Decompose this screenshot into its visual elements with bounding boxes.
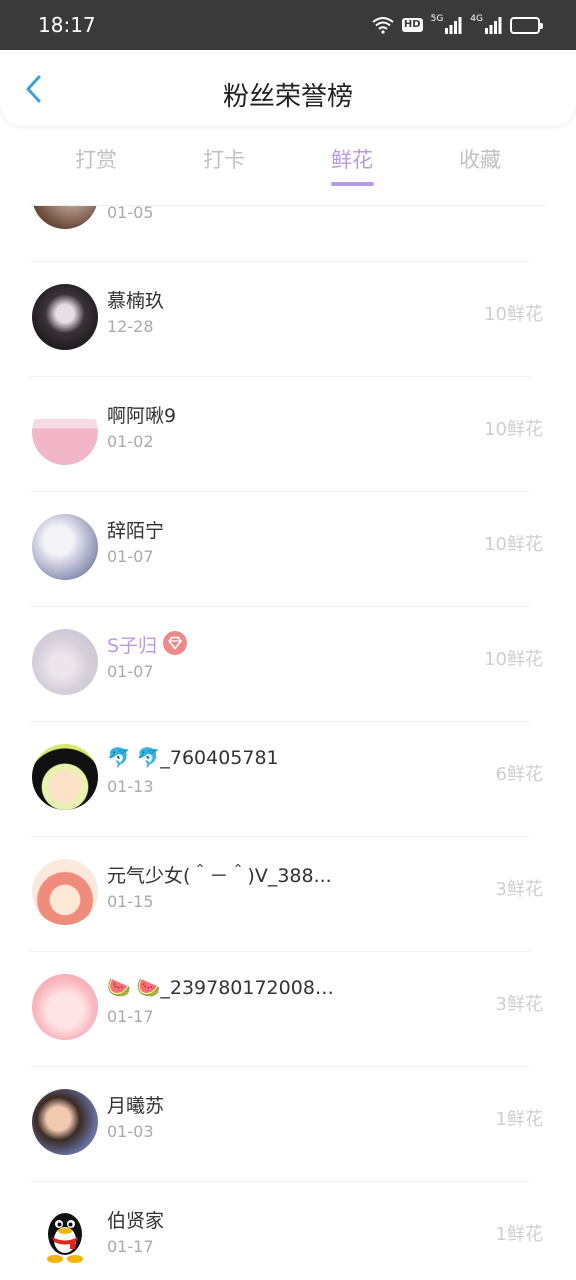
fan-name: S子归	[107, 635, 158, 657]
avatar	[32, 284, 98, 350]
fan-date: 12-28	[107, 317, 154, 336]
hd-icon: HD	[401, 14, 423, 36]
avatar	[32, 859, 98, 925]
battery-icon	[510, 14, 543, 36]
fan-name: 慕楠玖	[107, 290, 165, 312]
tab-bar: 打赏 打卡 鲜花 收藏	[0, 138, 576, 192]
wifi-icon	[372, 14, 394, 36]
flower-count: 10鲜花	[484, 649, 543, 670]
fan-name: 啊阿啾9	[107, 405, 177, 427]
fan-date: 01-13	[107, 777, 154, 796]
tab-tips[interactable]: 打赏	[46, 144, 146, 174]
fan-name: 元气少女(＾－＾)V_388...	[107, 865, 332, 887]
list-item[interactable]: S子归 01-07 10鲜花	[0, 607, 576, 722]
tab-active-indicator	[331, 182, 374, 186]
avatar	[32, 399, 98, 465]
flower-count: 3鲜花	[495, 994, 543, 1015]
net-label-5g: 5G	[430, 14, 444, 24]
avatar	[32, 206, 98, 229]
tab-checkin[interactable]: 打卡	[174, 144, 274, 174]
fan-name: 🍉 🍉_23978017200864	[107, 977, 337, 999]
vip-diamond-icon	[163, 631, 187, 655]
fan-date: 01-17	[107, 1237, 154, 1256]
fan-date: 01-05	[107, 206, 154, 222]
qq-penguin-icon	[32, 1204, 98, 1270]
avatar	[32, 744, 98, 810]
list-item[interactable]: 辞陌宁 01-07 10鲜花	[0, 492, 576, 607]
avatar	[32, 974, 98, 1040]
tab-favorites[interactable]: 收藏	[430, 144, 530, 174]
flower-count: 10鲜花	[484, 534, 543, 555]
fan-name: 🐬 🐬_760405781	[107, 747, 279, 769]
avatar	[32, 1089, 98, 1155]
fan-list[interactable]: 01-05 慕楠玖 12-28 10鲜花 啊阿啾9 01-02 10鲜花 辞陌宁…	[0, 206, 576, 1280]
fan-date: 01-02	[107, 432, 154, 451]
list-item[interactable]: 元气少女(＾－＾)V_388... 01-15 3鲜花	[0, 837, 576, 952]
fan-name: 辞陌宁	[107, 520, 165, 542]
hd-label: HD	[401, 18, 423, 32]
flower-count: 1鲜花	[495, 1109, 543, 1130]
status-icons: HD 5G 4G	[372, 14, 543, 36]
list-item[interactable]: 🐬 🐬_760405781 01-13 6鲜花	[0, 722, 576, 837]
net-label-4g: 4G	[470, 14, 483, 24]
list-item[interactable]: 🍉 🍉_23978017200864 01-17 3鲜花	[0, 952, 576, 1067]
list-item[interactable]: 啊阿啾9 01-02 10鲜花	[0, 377, 576, 492]
avatar	[32, 514, 98, 580]
list-item[interactable]: 月曦苏 01-03 1鲜花	[0, 1067, 576, 1182]
fan-date: 01-03	[107, 1122, 154, 1141]
status-bar: 18:17 HD 5G 4G	[0, 0, 576, 50]
list-item[interactable]: 伯贤家 01-17 1鲜花	[0, 1182, 576, 1280]
fan-date: 01-07	[107, 662, 154, 681]
list-item[interactable]: 慕楠玖 12-28 10鲜花	[0, 262, 576, 377]
tab-flowers[interactable]: 鲜花	[302, 144, 402, 174]
avatar	[32, 629, 98, 695]
flower-count: 10鲜花	[484, 304, 543, 325]
flower-count: 1鲜花	[495, 1224, 543, 1245]
fan-name: 月曦苏	[107, 1095, 165, 1117]
fan-date: 01-07	[107, 547, 154, 566]
page-title: 粉丝荣誉榜	[222, 82, 353, 112]
fan-date: 01-17	[107, 1007, 154, 1026]
list-item[interactable]: 01-05	[0, 206, 576, 262]
header: 粉丝荣誉榜	[0, 50, 576, 126]
signal-4g-icon: 4G	[470, 14, 502, 36]
flower-count: 10鲜花	[484, 419, 543, 440]
fan-name: 伯贤家	[107, 1210, 165, 1232]
status-time: 18:17	[38, 13, 96, 37]
fan-date: 01-15	[107, 892, 154, 911]
signal-5g-icon: 5G	[431, 14, 463, 36]
flower-count: 6鲜花	[495, 764, 543, 785]
flower-count: 3鲜花	[495, 879, 543, 900]
